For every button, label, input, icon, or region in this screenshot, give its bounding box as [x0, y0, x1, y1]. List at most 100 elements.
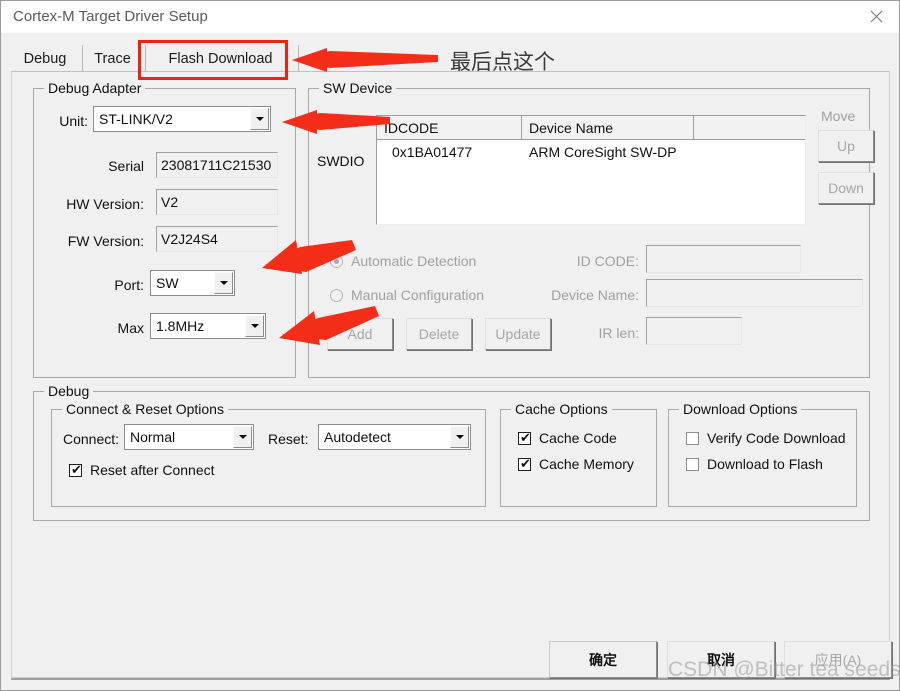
- max-clock-combobox[interactable]: 1.8MHz: [150, 313, 266, 339]
- fw-version-field: V2J24S4: [156, 226, 278, 252]
- sw-device-title: SW Device: [319, 80, 397, 96]
- verify-code-download-checkbox[interactable]: [686, 432, 699, 445]
- apply-button[interactable]: 应用(A): [784, 641, 892, 678]
- column-header-extra[interactable]: [694, 116, 805, 140]
- port-value: SW: [156, 275, 179, 291]
- check-icon: ✔: [520, 431, 531, 446]
- cancel-button[interactable]: 取消: [667, 641, 775, 678]
- port-label: Port:: [114, 277, 144, 293]
- cell-device-name: ARM CoreSight SW-DP: [529, 144, 677, 160]
- add-label: Add: [347, 326, 373, 342]
- move-up-label: Up: [837, 138, 855, 154]
- add-button[interactable]: Add: [327, 318, 393, 350]
- debug-tab-panel: Debug Adapter Unit: ST-LINK/V2 Serial 23…: [11, 72, 890, 678]
- cache-memory-checkbox[interactable]: ✔: [518, 458, 531, 471]
- download-options-group: Download Options Verify Code Download Do…: [668, 401, 857, 507]
- cache-memory-label: Cache Memory: [539, 456, 634, 472]
- tab-trace[interactable]: Trace: [82, 45, 142, 72]
- tab-strip: Debug Trace Flash Download: [11, 45, 890, 72]
- tab-flash-download-label: Flash Download: [168, 50, 273, 67]
- column-header-device-name[interactable]: Device Name: [522, 116, 694, 140]
- move-label: Move: [821, 108, 856, 124]
- id-code-field[interactable]: [646, 245, 801, 273]
- reset-after-connect-label: Reset after Connect: [90, 462, 215, 478]
- tab-debug-label: Debug: [23, 50, 67, 67]
- port-dropdown-arrow[interactable]: [214, 272, 233, 294]
- connect-dropdown-arrow[interactable]: [233, 426, 252, 448]
- tab-strip-filler: [298, 45, 890, 72]
- column-header-idcode[interactable]: IDCODE: [377, 116, 522, 140]
- fw-version-label: FW Version:: [67, 233, 144, 249]
- max-clock-value: 1.8MHz: [156, 318, 205, 334]
- download-options-title: Download Options: [679, 401, 802, 417]
- download-to-flash-label: Download to Flash: [707, 456, 823, 472]
- fw-version-value: V2J24S4: [161, 231, 218, 247]
- update-button[interactable]: Update: [485, 318, 551, 350]
- id-code-label: ID CODE:: [576, 253, 639, 269]
- debug-adapter-title: Debug Adapter: [44, 80, 146, 96]
- tab-trace-label: Trace: [94, 50, 131, 67]
- close-icon[interactable]: [853, 1, 899, 32]
- dialog-client-area: Debug Trace Flash Download Debug Adapter…: [2, 33, 899, 690]
- connect-reset-options-group: Connect & Reset Options Connect: Normal …: [51, 401, 486, 507]
- tab-debug[interactable]: Debug: [11, 45, 79, 72]
- tab-flash-download[interactable]: Flash Download: [145, 45, 295, 72]
- unit-combobox[interactable]: ST-LINK/V2: [93, 106, 271, 132]
- port-combobox[interactable]: SW: [150, 270, 235, 296]
- apply-label: 应用(A): [814, 651, 862, 668]
- check-icon: ✔: [71, 463, 82, 478]
- ir-len-field[interactable]: [646, 317, 742, 345]
- swdio-label: SWDIO: [317, 153, 365, 169]
- window-title: Cortex-M Target Driver Setup: [13, 8, 208, 25]
- automatic-detection-radio[interactable]: [330, 255, 343, 268]
- target-driver-setup-window: Cortex-M Target Driver Setup Debug Trace…: [0, 0, 900, 691]
- cancel-label: 取消: [707, 651, 735, 668]
- ok-label: 确定: [589, 651, 617, 668]
- device-name-field[interactable]: [646, 279, 863, 307]
- move-down-button[interactable]: Down: [818, 172, 874, 204]
- ok-button[interactable]: 确定: [549, 641, 657, 678]
- footer-separator: [11, 678, 890, 680]
- check-icon: ✔: [520, 457, 531, 472]
- connect-label: Connect:: [63, 431, 120, 447]
- cache-code-checkbox[interactable]: ✔: [518, 432, 531, 445]
- serial-value: 23081711C21530: [161, 157, 272, 173]
- sw-device-group: SW Device SWDIO IDCODE Device Name 0x1BA…: [308, 80, 874, 378]
- reset-after-connect-checkbox[interactable]: ✔: [69, 464, 82, 477]
- debug-group-title: Debug: [44, 383, 94, 399]
- serial-label: Serial: [108, 158, 144, 174]
- download-to-flash-checkbox[interactable]: [686, 458, 699, 471]
- cell-idcode: 0x1BA01477: [392, 144, 473, 160]
- cache-options-title: Cache Options: [511, 401, 612, 417]
- reset-label: Reset:: [268, 431, 309, 447]
- hw-version-label: HW Version:: [66, 196, 144, 212]
- move-up-button[interactable]: Up: [818, 130, 874, 162]
- connect-combobox[interactable]: Normal: [124, 424, 254, 450]
- sw-device-listview[interactable]: IDCODE Device Name 0x1BA01477 ARM CoreSi…: [376, 115, 806, 225]
- reset-dropdown-arrow[interactable]: [450, 426, 469, 448]
- cache-code-label: Cache Code: [539, 430, 617, 446]
- manual-configuration-label: Manual Configuration: [351, 287, 485, 303]
- reset-combobox[interactable]: Autodetect: [318, 424, 471, 450]
- reset-value: Autodetect: [324, 429, 391, 445]
- hw-version-field: V2: [156, 189, 278, 215]
- automatic-detection-label: Automatic Detection: [351, 253, 477, 269]
- verify-code-download-label: Verify Code Download: [707, 430, 846, 446]
- manual-configuration-radio[interactable]: [330, 289, 343, 302]
- update-label: Update: [495, 326, 541, 342]
- connect-reset-options-title: Connect & Reset Options: [62, 401, 228, 417]
- debug-adapter-group: Debug Adapter Unit: ST-LINK/V2 Serial 23…: [33, 80, 296, 378]
- move-down-label: Down: [828, 180, 864, 196]
- title-bar: Cortex-M Target Driver Setup: [1, 1, 899, 33]
- delete-button[interactable]: Delete: [406, 318, 472, 350]
- unit-label: Unit:: [59, 113, 88, 129]
- device-name-label: Device Name:: [551, 287, 639, 303]
- hw-version-value: V2: [161, 194, 179, 210]
- cache-options-group: Cache Options ✔ Cache Code ✔ Cache Memor…: [500, 401, 657, 507]
- unit-dropdown-arrow[interactable]: [250, 108, 269, 130]
- max-clock-dropdown-arrow[interactable]: [245, 315, 264, 337]
- serial-field: 23081711C21530: [156, 152, 278, 178]
- unit-value: ST-LINK/V2: [99, 111, 173, 127]
- table-row[interactable]: 0x1BA01477 ARM CoreSight SW-DP: [377, 141, 805, 163]
- max-label: Max: [117, 320, 144, 336]
